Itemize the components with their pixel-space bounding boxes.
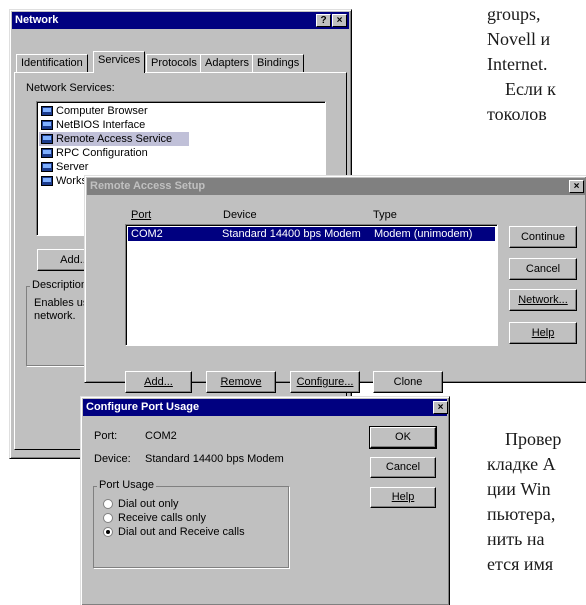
bg-text-line: ется имя bbox=[487, 554, 554, 574]
help-button[interactable]: Help bbox=[509, 322, 577, 344]
radio-label: Receive calls only bbox=[118, 512, 207, 524]
list-item[interactable]: NetBIOS Interface bbox=[39, 118, 323, 132]
cpu-title-bar[interactable]: Configure Port Usage bbox=[83, 399, 447, 416]
configure-port-usage-window: Configure Port Usage × Port: COM2 Device… bbox=[80, 396, 450, 605]
remove-button[interactable]: Remove bbox=[206, 371, 276, 393]
service-icon bbox=[41, 162, 53, 172]
device-label: Device: bbox=[94, 453, 131, 465]
service-label: Server bbox=[56, 161, 89, 173]
bg-text-line: Если к bbox=[505, 79, 556, 99]
service-label: Remote Access Service bbox=[56, 133, 173, 145]
bg-text-line: Novell и bbox=[487, 29, 551, 49]
bg-text-line: пьютера, bbox=[487, 504, 556, 524]
help-icon[interactable]: ? bbox=[316, 14, 331, 27]
close-icon[interactable]: × bbox=[433, 401, 448, 414]
column-header-port: Port bbox=[131, 209, 152, 221]
column-header-device: Device bbox=[223, 209, 257, 221]
port-usage-label: Port Usage bbox=[97, 479, 157, 491]
ras-title-bar[interactable]: Remote Access Setup bbox=[87, 178, 586, 195]
bg-text-line: ции Win bbox=[487, 479, 551, 499]
bg-text-line: токолов bbox=[487, 104, 547, 124]
port-label: Port: bbox=[94, 430, 118, 442]
bg-text-line: Провер bbox=[505, 429, 562, 449]
row-type: Modem (unimodem) bbox=[374, 228, 473, 240]
tab-protocols[interactable]: Protocols bbox=[146, 54, 202, 72]
description-label: Description: bbox=[30, 279, 93, 291]
cpu-title: Configure Port Usage bbox=[86, 401, 200, 413]
table-row[interactable]: COM2 Standard 14400 bps Modem Modem (uni… bbox=[128, 227, 495, 241]
list-item[interactable]: Server bbox=[39, 160, 323, 174]
configure-button[interactable]: Configure... bbox=[290, 371, 360, 393]
remote-access-setup-window: Remote Access Setup × Port Device Type C… bbox=[84, 175, 586, 393]
network-services-label: Network Services: bbox=[26, 82, 115, 94]
tab-identification[interactable]: Identification bbox=[16, 54, 88, 72]
bg-text-line: Internet. bbox=[487, 54, 548, 74]
service-icon bbox=[41, 106, 53, 116]
radio-dial-out-only[interactable]: Dial out only bbox=[103, 498, 179, 510]
ras-title: Remote Access Setup bbox=[90, 180, 206, 192]
cancel-button[interactable]: Cancel bbox=[370, 457, 436, 478]
service-label: Computer Browser bbox=[56, 105, 148, 117]
radio-dial-out-and-receive[interactable]: Dial out and Receive calls bbox=[103, 526, 245, 538]
tab-adapters[interactable]: Adapters bbox=[200, 54, 255, 72]
radio-button-icon[interactable] bbox=[103, 513, 113, 524]
close-icon[interactable]: × bbox=[569, 180, 584, 193]
continue-button[interactable]: Continue bbox=[509, 226, 577, 248]
ok-button[interactable]: OK bbox=[369, 426, 437, 449]
help-button[interactable]: Help bbox=[370, 487, 436, 508]
service-label: NetBIOS Interface bbox=[56, 119, 146, 131]
radio-button-selected-icon[interactable] bbox=[103, 527, 113, 538]
clone-button[interactable]: Clone bbox=[373, 371, 443, 393]
port-value: COM2 bbox=[145, 430, 177, 442]
network-title-bar[interactable]: Network bbox=[12, 12, 349, 29]
row-device: Standard 14400 bps Modem bbox=[222, 228, 361, 240]
network-title: Network bbox=[15, 14, 59, 26]
add-port-button[interactable]: Add... bbox=[125, 371, 192, 393]
bg-text-line: кладке А bbox=[487, 454, 556, 474]
tab-bindings[interactable]: Bindings bbox=[252, 54, 305, 72]
service-label: RPC Configuration bbox=[56, 147, 148, 159]
service-icon bbox=[41, 148, 53, 158]
radio-receive-calls-only[interactable]: Receive calls only bbox=[103, 512, 206, 524]
service-icon bbox=[41, 176, 53, 186]
list-item[interactable]: Remote Access Service bbox=[39, 132, 189, 146]
bg-text-line: groups, bbox=[487, 4, 541, 24]
device-value: Standard 14400 bps Modem bbox=[145, 453, 284, 465]
bg-text-line: нить на bbox=[487, 529, 545, 549]
list-item[interactable]: RPC Configuration bbox=[39, 146, 323, 160]
radio-label: Dial out only bbox=[118, 498, 179, 510]
service-icon bbox=[41, 120, 53, 130]
cancel-button[interactable]: Cancel bbox=[509, 258, 577, 280]
radio-label: Dial out and Receive calls bbox=[118, 526, 245, 538]
tab-services[interactable]: Services bbox=[93, 51, 146, 73]
service-icon bbox=[41, 134, 53, 144]
ports-list[interactable]: COM2 Standard 14400 bps Modem Modem (uni… bbox=[125, 224, 498, 346]
close-icon[interactable]: × bbox=[332, 14, 347, 27]
column-header-type: Type bbox=[373, 209, 397, 221]
row-port: COM2 bbox=[131, 228, 163, 240]
radio-button-icon[interactable] bbox=[103, 499, 113, 510]
list-item[interactable]: Computer Browser bbox=[39, 104, 323, 118]
network-button[interactable]: Network... bbox=[509, 289, 577, 311]
